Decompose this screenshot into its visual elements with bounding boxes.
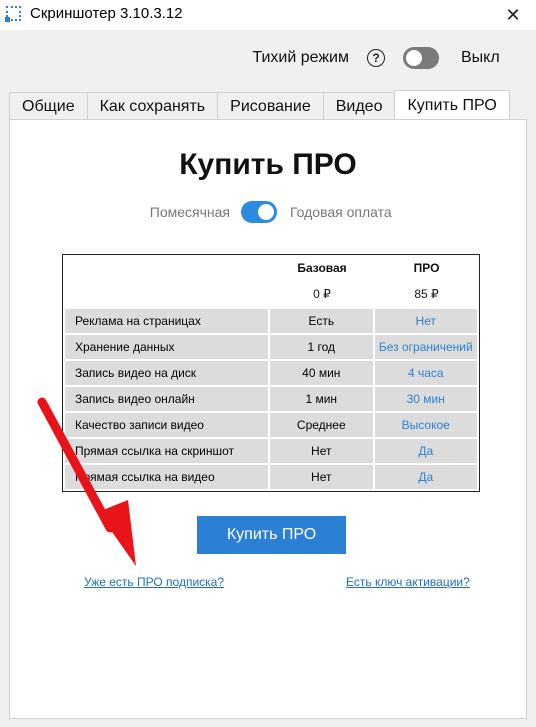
tab-drawing[interactable]: Рисование: [217, 92, 324, 120]
billing-yearly-label[interactable]: Годовая оплата: [290, 204, 392, 220]
feature-pro-value: 30 мин: [374, 387, 477, 411]
tab-bar: Общие Как сохранять Рисование Видео Купи…: [9, 90, 510, 120]
settings-header: Тихий режим ? Выкл: [0, 30, 536, 92]
toggle-knob: [258, 204, 274, 220]
feature-pro-value: Да: [374, 465, 477, 489]
feature-basic-value: 40 мин: [270, 361, 373, 385]
tab-general[interactable]: Общие: [9, 92, 88, 120]
tab-video[interactable]: Видео: [322, 92, 396, 120]
table-row: Реклама на страницах Есть Нет: [63, 309, 479, 335]
table-row: Запись видео онлайн 1 мин 30 мин: [63, 387, 479, 413]
feature-basic-value: 1 мин: [270, 387, 373, 411]
pricing-price-row: 0 ₽ 85 ₽: [63, 281, 479, 307]
toggle-knob: [406, 50, 422, 66]
feature-pro-value: Без ограничений: [374, 335, 477, 359]
feature-pro-value: Высокое: [374, 413, 477, 437]
price-basic: 0 ₽: [313, 287, 331, 301]
pricing-table: Базовая ПРО 0 ₽ 85 ₽ Реклама на страница…: [62, 254, 480, 492]
pricing-rows: Реклама на страницах Есть Нет Хранение д…: [63, 307, 479, 491]
column-header-pro: ПРО: [413, 261, 440, 275]
feature-pro-value: Нет: [374, 309, 477, 333]
quiet-mode-toggle[interactable]: [403, 47, 439, 69]
quiet-mode-label: Тихий режим: [252, 49, 349, 66]
close-button[interactable]: ✕: [490, 0, 536, 30]
price-pro: 85 ₽: [414, 287, 439, 301]
column-header-basic: Базовая: [297, 261, 347, 275]
table-row: Прямая ссылка на видео Нет Да: [63, 465, 479, 491]
feature-basic-value: Нет: [270, 439, 373, 463]
title-bar: Скриншотер 3.10.3.12 ✕: [0, 0, 536, 30]
feature-basic-value: Есть: [270, 309, 373, 333]
table-row: Прямая ссылка на скриншот Нет Да: [63, 439, 479, 465]
feature-name: Качество записи видео: [65, 413, 269, 437]
buy-pro-button[interactable]: Купить ПРО: [197, 516, 346, 554]
tab-save[interactable]: Как сохранять: [86, 92, 219, 120]
pricing-header-row: Базовая ПРО: [63, 255, 479, 281]
activation-key-link[interactable]: Есть ключ активации?: [346, 575, 470, 589]
pricing-header-empty: [63, 255, 270, 281]
feature-name: Реклама на страницах: [65, 309, 269, 333]
billing-switch: Помесячная Годовая оплата: [0, 200, 536, 224]
table-row: Запись видео на диск 40 мин 4 часа: [63, 361, 479, 387]
feature-basic-value: 1 год: [270, 335, 373, 359]
table-row: Качество записи видео Среднее Высокое: [63, 413, 479, 439]
feature-basic-value: Среднее: [270, 413, 373, 437]
feature-pro-value: Да: [374, 439, 477, 463]
tab-buy-pro[interactable]: Купить ПРО: [394, 90, 510, 120]
pricing-price-empty: [63, 281, 270, 307]
feature-name: Запись видео на диск: [65, 361, 269, 385]
feature-basic-value: Нет: [270, 465, 373, 489]
quiet-mode-state: Выкл: [461, 49, 500, 66]
have-subscription-link[interactable]: Уже есть ПРО подписка?: [84, 575, 224, 589]
feature-name: Прямая ссылка на видео: [65, 465, 269, 489]
help-icon[interactable]: ?: [367, 49, 385, 67]
app-logo-icon: [5, 6, 21, 22]
feature-name: Хранение данных: [65, 335, 269, 359]
feature-name: Запись видео онлайн: [65, 387, 269, 411]
billing-monthly-label[interactable]: Помесячная: [150, 204, 230, 220]
table-row: Хранение данных 1 год Без ограничений: [63, 335, 479, 361]
feature-pro-value: 4 часа: [374, 361, 477, 385]
feature-name: Прямая ссылка на скриншот: [65, 439, 269, 463]
page-title: Купить ПРО: [179, 148, 357, 181]
window-title: Скриншотер 3.10.3.12: [30, 5, 183, 22]
billing-toggle[interactable]: [241, 201, 277, 223]
